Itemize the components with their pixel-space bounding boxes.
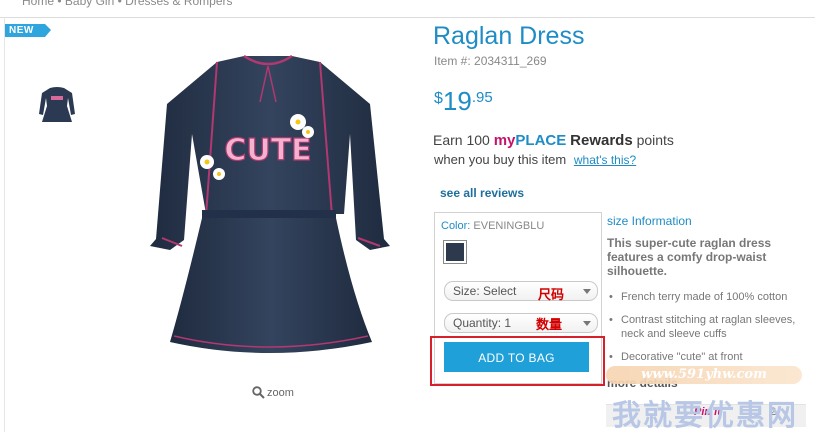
feature-item: Decorative "cute" at front xyxy=(607,350,812,364)
magnifier-icon xyxy=(252,386,265,399)
product-thumbnail[interactable] xyxy=(34,84,80,124)
breadcrumb-home[interactable]: Home xyxy=(22,0,54,8)
see-all-reviews-link[interactable]: see all reviews xyxy=(440,186,524,200)
left-divider xyxy=(4,17,5,432)
chevron-down-icon xyxy=(583,321,591,326)
feature-item: Contrast stitching at raglan sleeves, ne… xyxy=(607,313,812,341)
breadcrumb-separator: • xyxy=(57,0,62,8)
quantity-annotation: 数量 xyxy=(536,317,563,332)
rewards-brand-place: PLACE xyxy=(515,132,567,149)
size-select-value: Size: Select xyxy=(453,284,517,298)
color-label: Color: EVENINGBLU xyxy=(441,220,544,232)
quantity-select[interactable]: Quantity: 1 xyxy=(444,313,598,333)
rewards-brand-my: my xyxy=(493,132,516,149)
color-value: EVENINGBLU xyxy=(473,220,545,232)
earn-line2: when you buy this item xyxy=(434,152,567,167)
color-swatch[interactable] xyxy=(443,240,467,264)
product-title: Raglan Dress xyxy=(433,22,585,50)
breadcrumb-dresses[interactable]: Dresses & Rompers xyxy=(125,0,232,8)
annotation-highlight-box xyxy=(430,336,605,386)
price: $19.95 xyxy=(434,86,493,117)
rewards-line: Earn 100 myPLACE Rewards points xyxy=(433,132,674,149)
size-select[interactable]: Size: Select xyxy=(444,281,598,301)
chevron-down-icon xyxy=(583,289,591,294)
size-information-link[interactable]: size Information xyxy=(607,214,692,228)
product-image: CUTE xyxy=(150,54,390,353)
header-divider xyxy=(0,17,815,18)
earn-suffix: points xyxy=(636,132,674,148)
item-number: Item #: 2034311_269 xyxy=(434,54,547,68)
size-annotation: 尺码 xyxy=(538,287,565,302)
rewards-brand-rewards: Rewards xyxy=(570,132,633,149)
zoom-control[interactable]: zoom xyxy=(252,386,294,399)
swatch-fill xyxy=(445,242,465,262)
feature-list: French terry made of 100% cotton Contras… xyxy=(607,290,812,373)
whats-this-link[interactable]: what's this? xyxy=(574,153,636,167)
price-cents: .95 xyxy=(471,89,493,106)
zoom-label: zoom xyxy=(267,386,294,399)
new-badge: NEW xyxy=(5,24,51,37)
breadcrumb-baby-girl[interactable]: Baby Girl xyxy=(65,0,114,8)
rewards-line-2: when you buy this item what's this? xyxy=(434,152,636,167)
breadcrumb: Home • Baby Girl • Dresses & Rompers xyxy=(22,0,233,8)
quantity-select-value: Quantity: 1 xyxy=(453,316,512,330)
breadcrumb-separator: • xyxy=(117,0,122,8)
product-description: This super-cute raglan dress features a … xyxy=(607,236,772,278)
graphic-text: CUTE xyxy=(224,133,311,168)
watermark-url: www.591yhw.com xyxy=(606,366,802,384)
price-dollars: 19 xyxy=(442,86,472,116)
watermark-text: 我就要优惠网 xyxy=(612,398,799,432)
earn-prefix: Earn 100 xyxy=(433,132,490,148)
feature-item: French terry made of 100% cotton xyxy=(607,290,812,304)
color-label-key: Color: xyxy=(441,220,471,232)
price-currency: $ xyxy=(434,90,443,107)
